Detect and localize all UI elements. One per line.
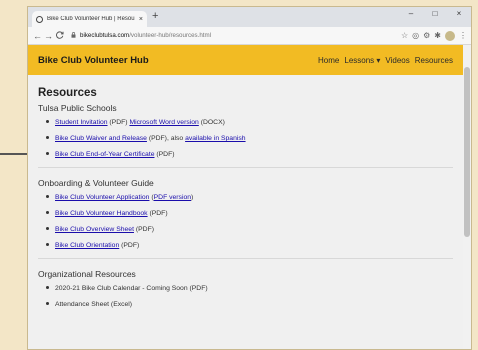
forward-button[interactable]: → xyxy=(43,31,54,41)
window-controls: – □ × xyxy=(399,9,471,18)
list-item: Bike Club Volunteer Application (PDF ver… xyxy=(46,194,453,201)
close-window-button[interactable]: × xyxy=(447,9,471,18)
maximize-button[interactable]: □ xyxy=(423,9,447,18)
main-content: Resources Tulsa Public Schools Student I… xyxy=(28,75,463,308)
resource-format: (PDF) xyxy=(107,119,130,126)
url-host: bikeclubtulsa.com xyxy=(80,32,130,39)
nav-home[interactable]: Home xyxy=(318,56,339,65)
settings-icon[interactable]: ⚙ xyxy=(423,31,430,40)
site-brand[interactable]: Bike Club Volunteer Hub xyxy=(38,55,318,66)
bullet xyxy=(46,286,49,289)
address-bar: ← → bikeclubtulsa.com/volunteer-hub/reso… xyxy=(28,27,471,45)
section-heading-onboarding: Onboarding & Volunteer Guide xyxy=(38,178,154,188)
resource-link[interactable]: Bike Club End-of-Year Certificate xyxy=(55,151,154,158)
new-tab-button[interactable]: + xyxy=(152,10,158,22)
resource-link[interactable]: Student Invitation xyxy=(55,119,108,126)
resource-format: (DOCX) xyxy=(198,119,225,126)
resource-format: (PDF) xyxy=(154,151,175,158)
tps-list: Student Invitation (PDF) Microsoft Word … xyxy=(38,119,453,158)
url-path: /volunteer-hub/resources.html xyxy=(129,32,212,39)
nav-resources[interactable]: Resources xyxy=(415,56,453,65)
org-list: 2020-21 Bike Club Calendar - Coming Soon… xyxy=(38,285,453,308)
bullet xyxy=(46,302,49,305)
browser-tab[interactable]: Bike Club Volunteer Hub | Resou × xyxy=(32,11,147,27)
bullet xyxy=(46,211,49,214)
browser-window: Bike Club Volunteer Hub | Resou × + – □ … xyxy=(27,6,472,350)
lock-icon xyxy=(71,31,76,40)
resource-link[interactable]: Bike Club Volunteer Application xyxy=(55,194,149,201)
scrollbar-thumb[interactable] xyxy=(464,67,470,237)
resource-text: 2020-21 Bike Club Calendar - Coming Soon… xyxy=(55,285,208,292)
puzzle-icon[interactable]: ✱ xyxy=(434,31,441,40)
minimize-button[interactable]: – xyxy=(399,9,423,18)
resource-link-alt[interactable]: PDF version xyxy=(154,194,191,201)
bullet xyxy=(46,227,49,230)
bullet xyxy=(46,136,49,139)
bullet xyxy=(46,120,49,123)
resource-link[interactable]: Bike Club Waiver and Release xyxy=(55,135,147,142)
list-item: 2020-21 Bike Club Calendar - Coming Soon… xyxy=(46,285,453,292)
nav-lessons[interactable]: Lessons ▾ xyxy=(344,56,380,65)
resource-link-alt[interactable]: available in Spanish xyxy=(185,135,245,142)
scrollbar[interactable] xyxy=(463,45,471,349)
list-item: Student Invitation (PDF) Microsoft Word … xyxy=(46,119,453,126)
site-menu: Home Lessons ▾ Videos Resources xyxy=(318,56,453,65)
onboarding-list: Bike Club Volunteer Application (PDF ver… xyxy=(38,194,453,249)
back-button[interactable]: ← xyxy=(32,31,43,41)
reload-icon[interactable] xyxy=(54,30,65,41)
tab-close-icon[interactable]: × xyxy=(139,16,143,23)
more-icon[interactable]: ⋮ xyxy=(459,31,467,40)
avatar[interactable] xyxy=(445,30,455,41)
nav-videos[interactable]: Videos xyxy=(385,56,409,65)
divider xyxy=(38,167,453,168)
resource-link[interactable]: Bike Club Volunteer Handbook xyxy=(55,210,148,217)
extension-icon[interactable]: ◎ xyxy=(412,31,419,40)
bullet xyxy=(46,152,49,155)
list-item: Bike Club Waiver and Release (PDF), also… xyxy=(46,135,453,142)
tab-title: Bike Club Volunteer Hub | Resou xyxy=(47,16,135,22)
page-viewport: Bike Club Volunteer Hub Home Lessons ▾ V… xyxy=(28,45,463,349)
section-heading-org: Organizational Resources xyxy=(38,269,136,279)
section-heading-tps: Tulsa Public Schools xyxy=(38,103,117,113)
url-field[interactable]: bikeclubtulsa.com/volunteer-hub/resource… xyxy=(71,31,401,40)
list-item: Bike Club End-of-Year Certificate (PDF) xyxy=(46,151,453,158)
list-item: Attendance Sheet (Excel) xyxy=(46,301,453,308)
resource-link[interactable]: Bike Club Orientation xyxy=(55,242,119,249)
resource-text: Attendance Sheet (Excel) xyxy=(55,301,133,308)
list-item: Bike Club Orientation (PDF) xyxy=(46,242,453,249)
resource-format: ) xyxy=(191,194,194,201)
list-item: Bike Club Volunteer Handbook (PDF) xyxy=(46,210,453,217)
bullet xyxy=(46,195,49,198)
decorative-line xyxy=(0,153,30,155)
star-icon[interactable]: ☆ xyxy=(401,31,408,40)
site-navbar: Bike Club Volunteer Hub Home Lessons ▾ V… xyxy=(28,45,463,75)
bullet xyxy=(46,243,49,246)
resource-link[interactable]: Bike Club Overview Sheet xyxy=(55,226,134,233)
resource-format: (PDF), also xyxy=(146,135,186,142)
list-item: Bike Club Overview Sheet (PDF) xyxy=(46,226,453,233)
resource-format: (PDF) xyxy=(119,242,140,249)
favicon-icon xyxy=(36,15,43,23)
toolbar-icons: ☆ ◎ ⚙ ✱ ⋮ xyxy=(401,30,467,41)
resource-link-alt[interactable]: Microsoft Word version xyxy=(129,119,198,126)
tab-strip: Bike Club Volunteer Hub | Resou × + – □ … xyxy=(28,7,471,27)
resource-format: (PDF) xyxy=(133,226,154,233)
divider xyxy=(38,258,453,259)
resource-format: (PDF) xyxy=(147,210,168,217)
page-title: Resources xyxy=(38,87,97,99)
